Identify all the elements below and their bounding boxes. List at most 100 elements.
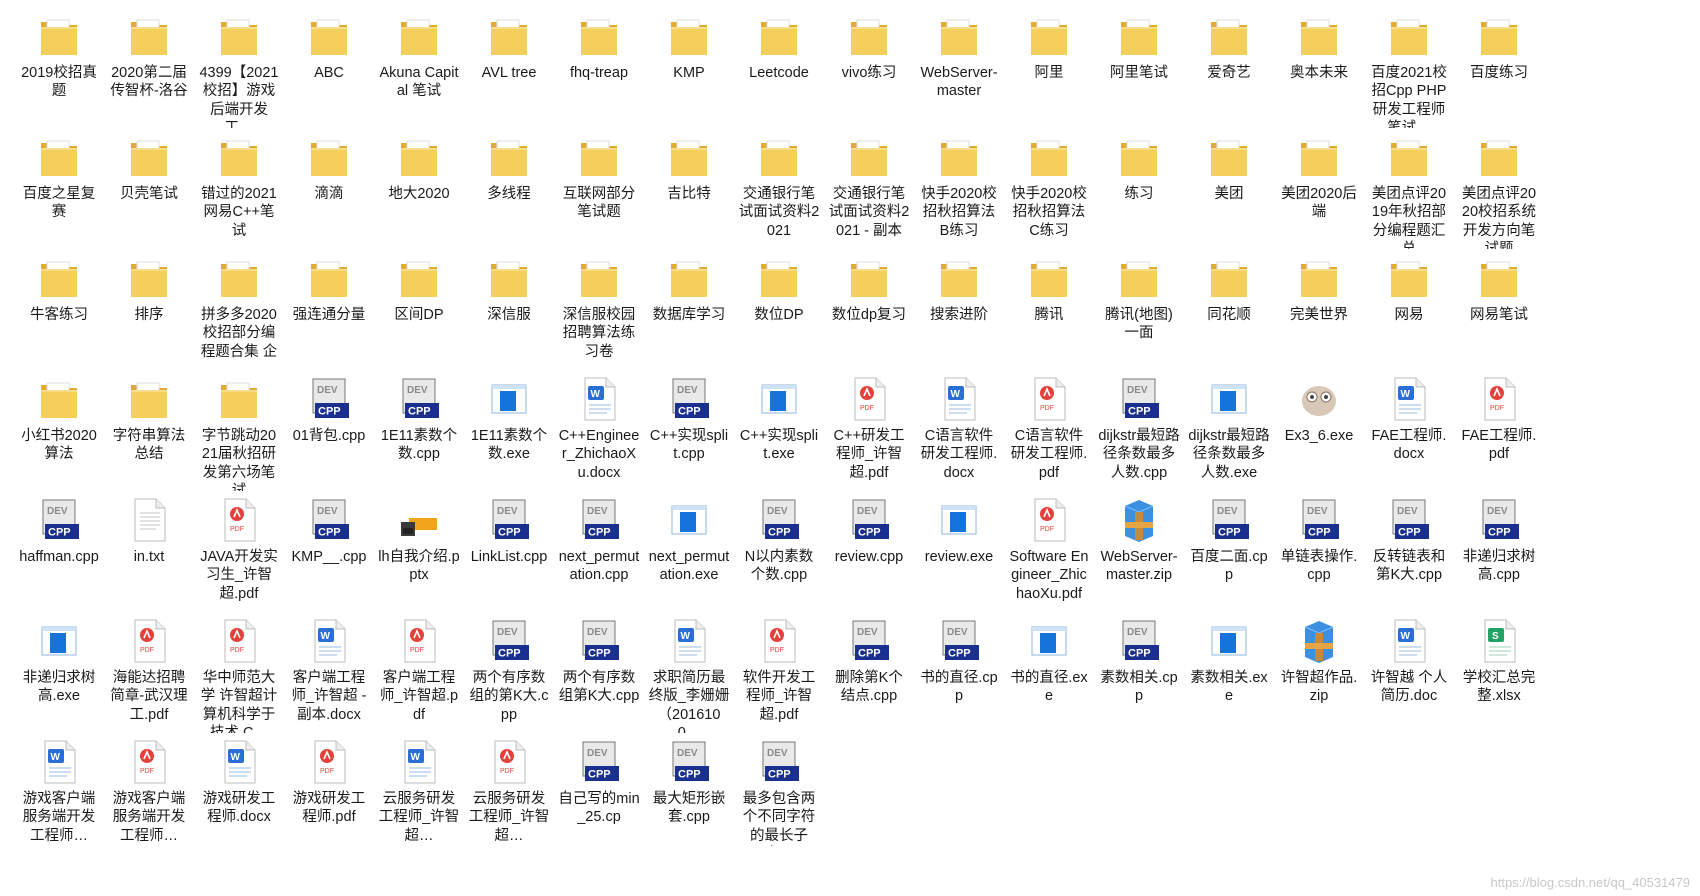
file-item[interactable]: 搜索进阶 — [918, 242, 1000, 370]
file-item[interactable]: 网易笔试 — [1458, 242, 1540, 370]
file-item[interactable]: 2019校招真题 — [18, 0, 100, 128]
file-item[interactable]: 深信服校园招聘算法练习卷 — [558, 242, 640, 370]
file-item[interactable]: PDF 云服务研发工程师_许智超… — [468, 726, 550, 854]
file-item[interactable]: DEV CPP review.cpp — [828, 484, 910, 612]
file-item[interactable]: vivo练习 — [828, 0, 910, 128]
file-item[interactable]: 吉比特 — [648, 121, 730, 249]
file-item[interactable]: 爱奇艺 — [1188, 0, 1270, 128]
file-item[interactable]: 强连通分量 — [288, 242, 370, 370]
file-item[interactable]: 书的直径.exe — [1008, 605, 1090, 733]
file-item[interactable]: 数位DP — [738, 242, 820, 370]
file-item[interactable]: W 云服务研发工程师_许智超… — [378, 726, 460, 854]
file-item[interactable]: 贝壳笔试 — [108, 121, 190, 249]
file-item[interactable]: DEV CPP N以内素数个数.cpp — [738, 484, 820, 612]
file-item[interactable]: 练习 — [1098, 121, 1180, 249]
file-item[interactable]: PDF 软件开发工程师_许智超.pdf — [738, 605, 820, 733]
file-item[interactable]: in.txt — [108, 484, 190, 612]
file-item[interactable]: PDF 游戏研发工程师.pdf — [288, 726, 370, 854]
file-item[interactable]: WebServer-master — [918, 0, 1000, 128]
file-item[interactable]: WebServer-master.zip — [1098, 484, 1180, 612]
file-item[interactable]: DEV CPP 非递归求树高.cpp — [1458, 484, 1540, 612]
file-item[interactable]: 快手2020校招秋招算法B练习 — [918, 121, 1000, 249]
file-item[interactable]: 非递归求树高.exe — [18, 605, 100, 733]
file-item[interactable]: 拼多多2020校招部分编程题合集 企 — [198, 242, 280, 370]
file-item[interactable]: AVL tree — [468, 0, 550, 128]
file-item[interactable]: DEV CPP 最大矩形嵌套.cpp — [648, 726, 730, 854]
file-item[interactable]: W FAE工程师.docx — [1368, 363, 1450, 491]
file-item[interactable]: 美团点评2020校招系统开发方向笔试题 — [1458, 121, 1540, 249]
file-item[interactable]: DEV CPP 素数相关.cpp — [1098, 605, 1180, 733]
file-item[interactable]: PDF C++研发工程师_许智超.pdf — [828, 363, 910, 491]
file-item[interactable]: 快手2020校招秋招算法C练习 — [1008, 121, 1090, 249]
file-item[interactable]: 数据库学习 — [648, 242, 730, 370]
file-item[interactable]: 素数相关.exe — [1188, 605, 1270, 733]
file-item[interactable]: C++实现split.exe — [738, 363, 820, 491]
file-item[interactable]: 美团 — [1188, 121, 1270, 249]
file-item[interactable]: 许智超作品.zip — [1278, 605, 1360, 733]
file-item[interactable]: 交通银行笔试面试资料2021 — [738, 121, 820, 249]
file-item[interactable]: 奥本未来 — [1278, 0, 1360, 128]
file-item[interactable]: W C语言软件研发工程师.docx — [918, 363, 1000, 491]
file-item[interactable]: 地大2020 — [378, 121, 460, 249]
file-item[interactable]: DEV CPP 百度二面.cpp — [1188, 484, 1270, 612]
file-item[interactable]: 深信服 — [468, 242, 550, 370]
file-item[interactable]: fhq-treap — [558, 0, 640, 128]
file-item[interactable]: 美团点评2019年秋招部分编程题汇总 — [1368, 121, 1450, 249]
file-item[interactable]: 数位dp复习 — [828, 242, 910, 370]
file-item[interactable]: 4399【2021校招】游戏后端开发工… — [198, 0, 280, 128]
file-item[interactable]: Akuna Capital 笔试 — [378, 0, 460, 128]
file-item[interactable]: 同花顺 — [1188, 242, 1270, 370]
file-item[interactable]: KMP — [648, 0, 730, 128]
file-item[interactable]: PDF 华中师范大学 许智超计算机科学于技术 C… — [198, 605, 280, 733]
file-item[interactable]: PDF FAE工程师.pdf — [1458, 363, 1540, 491]
file-item[interactable]: 字符串算法总结 — [108, 363, 190, 491]
file-item[interactable]: DEV CPP 单链表操作.cpp — [1278, 484, 1360, 612]
file-item[interactable]: 阿里 — [1008, 0, 1090, 128]
file-item[interactable]: review.exe — [918, 484, 1000, 612]
file-item[interactable]: 美团2020后端 — [1278, 121, 1360, 249]
file-item[interactable]: 2020第二届传智杯-洛谷 — [108, 0, 190, 128]
file-item[interactable]: W 游戏客户端服务端开发工程师… — [18, 726, 100, 854]
file-item[interactable]: 牛客练习 — [18, 242, 100, 370]
file-item[interactable]: DEV CPP 删除第K个结点.cpp — [828, 605, 910, 733]
file-item[interactable]: 腾讯 — [1008, 242, 1090, 370]
file-item[interactable]: 滴滴 — [288, 121, 370, 249]
file-item[interactable]: Ex3_6.exe — [1278, 363, 1360, 491]
file-item[interactable]: DEV CPP C++实现split.cpp — [648, 363, 730, 491]
file-item[interactable]: PDF C语言软件研发工程师.pdf — [1008, 363, 1090, 491]
file-item[interactable]: 多线程 — [468, 121, 550, 249]
file-item[interactable]: W C++Engineer_ZhichaoXu.docx — [558, 363, 640, 491]
file-item[interactable]: W 游戏研发工程师.docx — [198, 726, 280, 854]
file-item[interactable]: lh自我介绍.pptx — [378, 484, 460, 612]
file-item[interactable]: 完美世界 — [1278, 242, 1360, 370]
file-item[interactable]: 百度之星复赛 — [18, 121, 100, 249]
file-item[interactable]: 交通银行笔试面试资料2021 - 副本 — [828, 121, 910, 249]
file-item[interactable]: 排序 — [108, 242, 190, 370]
file-item[interactable]: W 求职简历最终版_李姗姗（2016100… — [648, 605, 730, 733]
file-item[interactable]: 区间DP — [378, 242, 460, 370]
file-item[interactable]: DEV CPP dijkstr最短路径条数最多人数.cpp — [1098, 363, 1180, 491]
file-item[interactable]: DEV CPP 自己写的min_25.cp — [558, 726, 640, 854]
file-item[interactable]: DEV CPP haffman.cpp — [18, 484, 100, 612]
file-item[interactable]: DEV CPP KMP__.cpp — [288, 484, 370, 612]
file-item[interactable]: PDF 游戏客户端服务端开发工程师… — [108, 726, 190, 854]
file-item[interactable]: DEV CPP 反转链表和第K大.cpp — [1368, 484, 1450, 612]
file-item[interactable]: Leetcode — [738, 0, 820, 128]
file-item[interactable]: 网易 — [1368, 242, 1450, 370]
file-item[interactable]: 小红书2020算法 — [18, 363, 100, 491]
file-item[interactable]: PDF JAVA开发实习生_许智超.pdf — [198, 484, 280, 612]
file-item[interactable]: ABC — [288, 0, 370, 128]
file-item[interactable]: next_permutation.exe — [648, 484, 730, 612]
file-item[interactable]: DEV CPP 两个有序数组的第K大.cpp — [468, 605, 550, 733]
file-item[interactable]: DEV CPP 01背包.cpp — [288, 363, 370, 491]
file-item[interactable]: DEV CPP 最多包含两个不同字符的最长子串… — [738, 726, 820, 854]
file-item[interactable]: 字节跳动2021届秋招研发第六场笔试 — [198, 363, 280, 491]
file-item[interactable]: 百度2021校招Cpp PHP研发工程师笔试… — [1368, 0, 1450, 128]
file-item[interactable]: DEV CPP LinkList.cpp — [468, 484, 550, 612]
file-item[interactable]: DEV CPP 两个有序数组第K大.cpp — [558, 605, 640, 733]
file-item[interactable]: 腾讯(地图)一面 — [1098, 242, 1180, 370]
file-item[interactable]: 错过的2021网易C++笔试 — [198, 121, 280, 249]
file-item[interactable]: DEV CPP 书的直径.cpp — [918, 605, 1000, 733]
file-item[interactable]: PDF 客户端工程师_许智超.pdf — [378, 605, 460, 733]
file-item[interactable]: PDF Software Engineer_ZhichaoXu.pdf — [1008, 484, 1090, 612]
